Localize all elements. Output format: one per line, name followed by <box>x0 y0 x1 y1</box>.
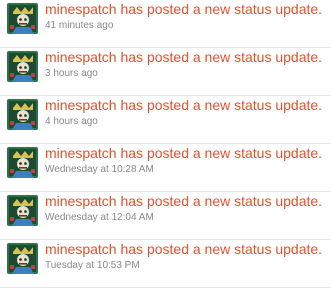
status-update-link[interactable]: minespatch has posted a new status updat… <box>45 0 322 18</box>
feed-item: minespatch has posted a new status updat… <box>0 240 331 288</box>
user-avatar-icon[interactable] <box>7 99 38 130</box>
status-update-link[interactable]: minespatch has posted a new status updat… <box>45 144 322 162</box>
status-update-link[interactable]: minespatch has posted a new status updat… <box>45 192 322 210</box>
status-update-link[interactable]: minespatch has posted a new status updat… <box>45 48 322 66</box>
status-update-link[interactable]: minespatch has posted a new status updat… <box>45 240 322 258</box>
divider <box>0 287 331 288</box>
feed-item: minespatch has posted a new status updat… <box>0 48 331 96</box>
feed-item: minespatch has posted a new status updat… <box>0 96 331 144</box>
feed-item: minespatch has posted a new status updat… <box>0 144 331 192</box>
timestamp[interactable]: 41 minutes ago <box>45 20 113 32</box>
user-avatar-icon[interactable] <box>7 243 38 274</box>
status-update-link[interactable]: minespatch has posted a new status updat… <box>45 96 322 114</box>
user-avatar-icon[interactable] <box>7 195 38 226</box>
user-avatar-icon[interactable] <box>7 3 38 34</box>
feed-item: minespatch has posted a new status updat… <box>0 0 331 48</box>
user-avatar-icon[interactable] <box>7 147 38 178</box>
user-avatar-icon[interactable] <box>7 51 38 82</box>
timestamp[interactable]: Wednesday at 10:28 AM <box>45 164 154 176</box>
activity-feed: minespatch has posted a new status updat… <box>0 0 331 291</box>
feed-item: minespatch has posted a new status updat… <box>0 192 331 240</box>
timestamp[interactable]: Wednesday at 12:04 AM <box>45 212 154 224</box>
timestamp[interactable]: Tuesday at 10:53 PM <box>45 260 140 272</box>
timestamp[interactable]: 3 hours ago <box>45 68 98 80</box>
timestamp[interactable]: 4 hours ago <box>45 116 98 128</box>
